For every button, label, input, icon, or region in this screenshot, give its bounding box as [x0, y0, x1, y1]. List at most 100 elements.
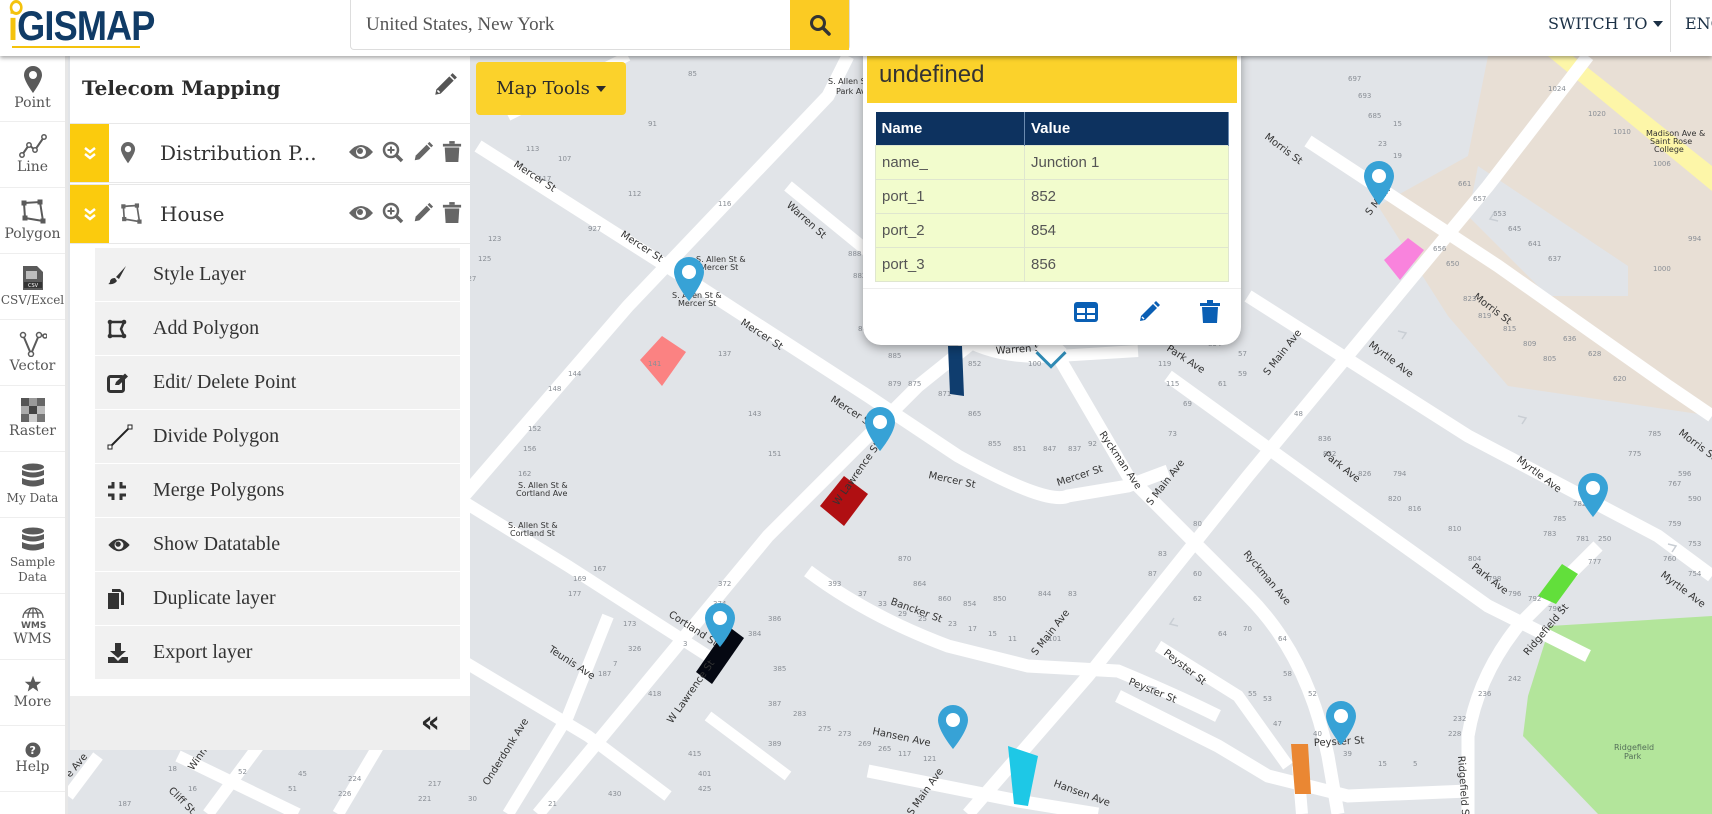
distribution-point-marker[interactable] — [1362, 160, 1396, 206]
delete-layer-button[interactable] — [442, 202, 462, 228]
svg-text:85: 85 — [688, 70, 697, 78]
svg-text:590: 590 — [1688, 495, 1701, 503]
search-button[interactable] — [790, 0, 849, 50]
menu-add-polygon[interactable]: Add Polygon — [95, 302, 460, 356]
svg-text:25: 25 — [918, 615, 927, 623]
tool-label: Vector — [9, 358, 56, 374]
star-icon — [24, 675, 41, 692]
layer-name: House — [160, 202, 225, 226]
tool-label: Line — [16, 159, 49, 175]
poi-allen-cortland-st-2: Cortland St — [510, 529, 555, 538]
polygon-icon — [21, 199, 45, 224]
tool-vector[interactable]: Vector — [0, 320, 65, 386]
tool-label: Raster — [9, 423, 56, 439]
edit-project-button[interactable] — [432, 72, 458, 102]
tool-line[interactable]: Line — [0, 122, 65, 188]
igismap-logo[interactable]: i GISMAP — [8, 0, 155, 50]
svg-text:47: 47 — [1273, 720, 1282, 728]
menu-item-label: Style Layer — [153, 263, 246, 285]
edit-layer-button[interactable] — [412, 202, 434, 228]
distribution-point-marker[interactable] — [703, 602, 737, 648]
tool-label: Sample Data — [9, 554, 56, 584]
svg-text:226: 226 — [338, 790, 352, 798]
distribution-point-marker[interactable] — [863, 406, 897, 452]
svg-text:162: 162 — [518, 470, 531, 478]
svg-text:870: 870 — [898, 555, 911, 563]
svg-text:326: 326 — [628, 645, 642, 653]
svg-text:753: 753 — [1688, 540, 1701, 548]
menu-style-layer[interactable]: Style Layer — [95, 248, 460, 302]
svg-text:141: 141 — [648, 360, 661, 368]
location-search-input[interactable] — [351, 0, 791, 49]
table-row: port_2 854 — [875, 212, 1229, 248]
zoom-to-layer-button[interactable] — [382, 141, 404, 167]
layer-expand-toggle[interactable] — [70, 124, 109, 182]
tool-sample-data[interactable]: Sample Data — [0, 518, 65, 594]
collapse-panel-button[interactable]: « — [421, 708, 440, 738]
tool-label: WMS — [13, 631, 52, 647]
zoom-to-layer-button[interactable] — [382, 202, 404, 228]
svg-text:100: 100 — [1028, 360, 1041, 368]
svg-text:117: 117 — [898, 750, 911, 758]
edit-feature-button[interactable] — [1137, 300, 1161, 329]
menu-show-datatable[interactable]: Show Datatable — [95, 518, 460, 572]
menu-duplicate-layer[interactable]: Duplicate layer — [95, 572, 460, 626]
layer-expand-toggle[interactable] — [70, 185, 109, 243]
switch-to-dropdown[interactable]: SWITCH TO — [1548, 14, 1664, 33]
svg-text:641: 641 — [1528, 240, 1541, 248]
table-header-row: Name Value — [875, 112, 1229, 145]
tool-more[interactable]: More — [0, 660, 65, 726]
table-view-button[interactable] — [1073, 301, 1099, 328]
svg-text:781: 781 — [1576, 535, 1589, 543]
layer-actions — [348, 141, 462, 167]
house-pink-salmon — [640, 336, 686, 386]
svg-text:596: 596 — [1678, 470, 1692, 478]
tool-raster[interactable]: Raster — [0, 386, 65, 452]
svg-text:927: 927 — [588, 225, 601, 233]
menu-divide-polygon[interactable]: Divide Polygon — [95, 410, 460, 464]
svg-text:265: 265 — [878, 745, 891, 753]
toggle-visibility-button[interactable] — [348, 143, 374, 165]
svg-text:53: 53 — [1263, 695, 1272, 703]
svg-text:1006: 1006 — [1653, 160, 1671, 168]
svg-text:242: 242 — [1508, 675, 1521, 683]
tool-help[interactable]: ? Help — [0, 726, 65, 792]
menu-merge-polygons[interactable]: Merge Polygons — [95, 464, 460, 518]
svg-text:117: 117 — [538, 175, 551, 183]
distribution-point-marker[interactable] — [1324, 700, 1358, 746]
delete-feature-button[interactable] — [1199, 300, 1221, 329]
svg-text:33: 33 — [878, 600, 887, 608]
database-icon — [21, 527, 44, 550]
menu-export-layer[interactable]: Export layer — [95, 626, 460, 680]
svg-text:83: 83 — [1158, 550, 1167, 558]
tool-point[interactable]: Point — [0, 56, 65, 122]
svg-text:177: 177 — [568, 590, 581, 598]
svg-text:860: 860 — [938, 595, 951, 603]
toggle-visibility-button[interactable] — [348, 204, 374, 226]
tool-polygon[interactable]: Polygon — [0, 188, 65, 254]
raster-icon — [20, 398, 45, 422]
delete-layer-button[interactable] — [442, 141, 462, 167]
edit-layer-button[interactable] — [412, 141, 434, 167]
tool-csv-excel[interactable]: CSV CSV/Excel — [0, 254, 65, 320]
layer-row-house[interactable]: House — [70, 184, 470, 244]
menu-edit-delete-point[interactable]: Edit/ Delete Point — [95, 356, 460, 410]
tool-my-data[interactable]: My Data — [0, 452, 65, 518]
svg-text:819: 819 — [1478, 312, 1491, 320]
svg-text:653: 653 — [1493, 210, 1506, 218]
distribution-point-marker[interactable] — [672, 256, 706, 302]
svg-text:275: 275 — [818, 725, 831, 733]
language-selector[interactable]: ENG — [1685, 14, 1712, 33]
distribution-point-marker[interactable] — [936, 704, 970, 750]
svg-text:3: 3 — [683, 640, 687, 648]
trash-icon — [1200, 300, 1220, 323]
layer-row-distribution-points[interactable]: Distribution P... — [70, 123, 470, 183]
poi-madison-3: College — [1654, 145, 1684, 154]
distribution-point-marker[interactable] — [1576, 472, 1610, 518]
table-row: name_ Junction 1 — [875, 144, 1229, 180]
svg-text:115: 115 — [1166, 380, 1179, 388]
svg-text:855: 855 — [988, 440, 1001, 448]
tool-wms[interactable]: WMS WMS — [0, 594, 65, 660]
map-tools-button[interactable]: Map Tools — [476, 62, 626, 115]
map-marker-icon — [674, 257, 704, 301]
